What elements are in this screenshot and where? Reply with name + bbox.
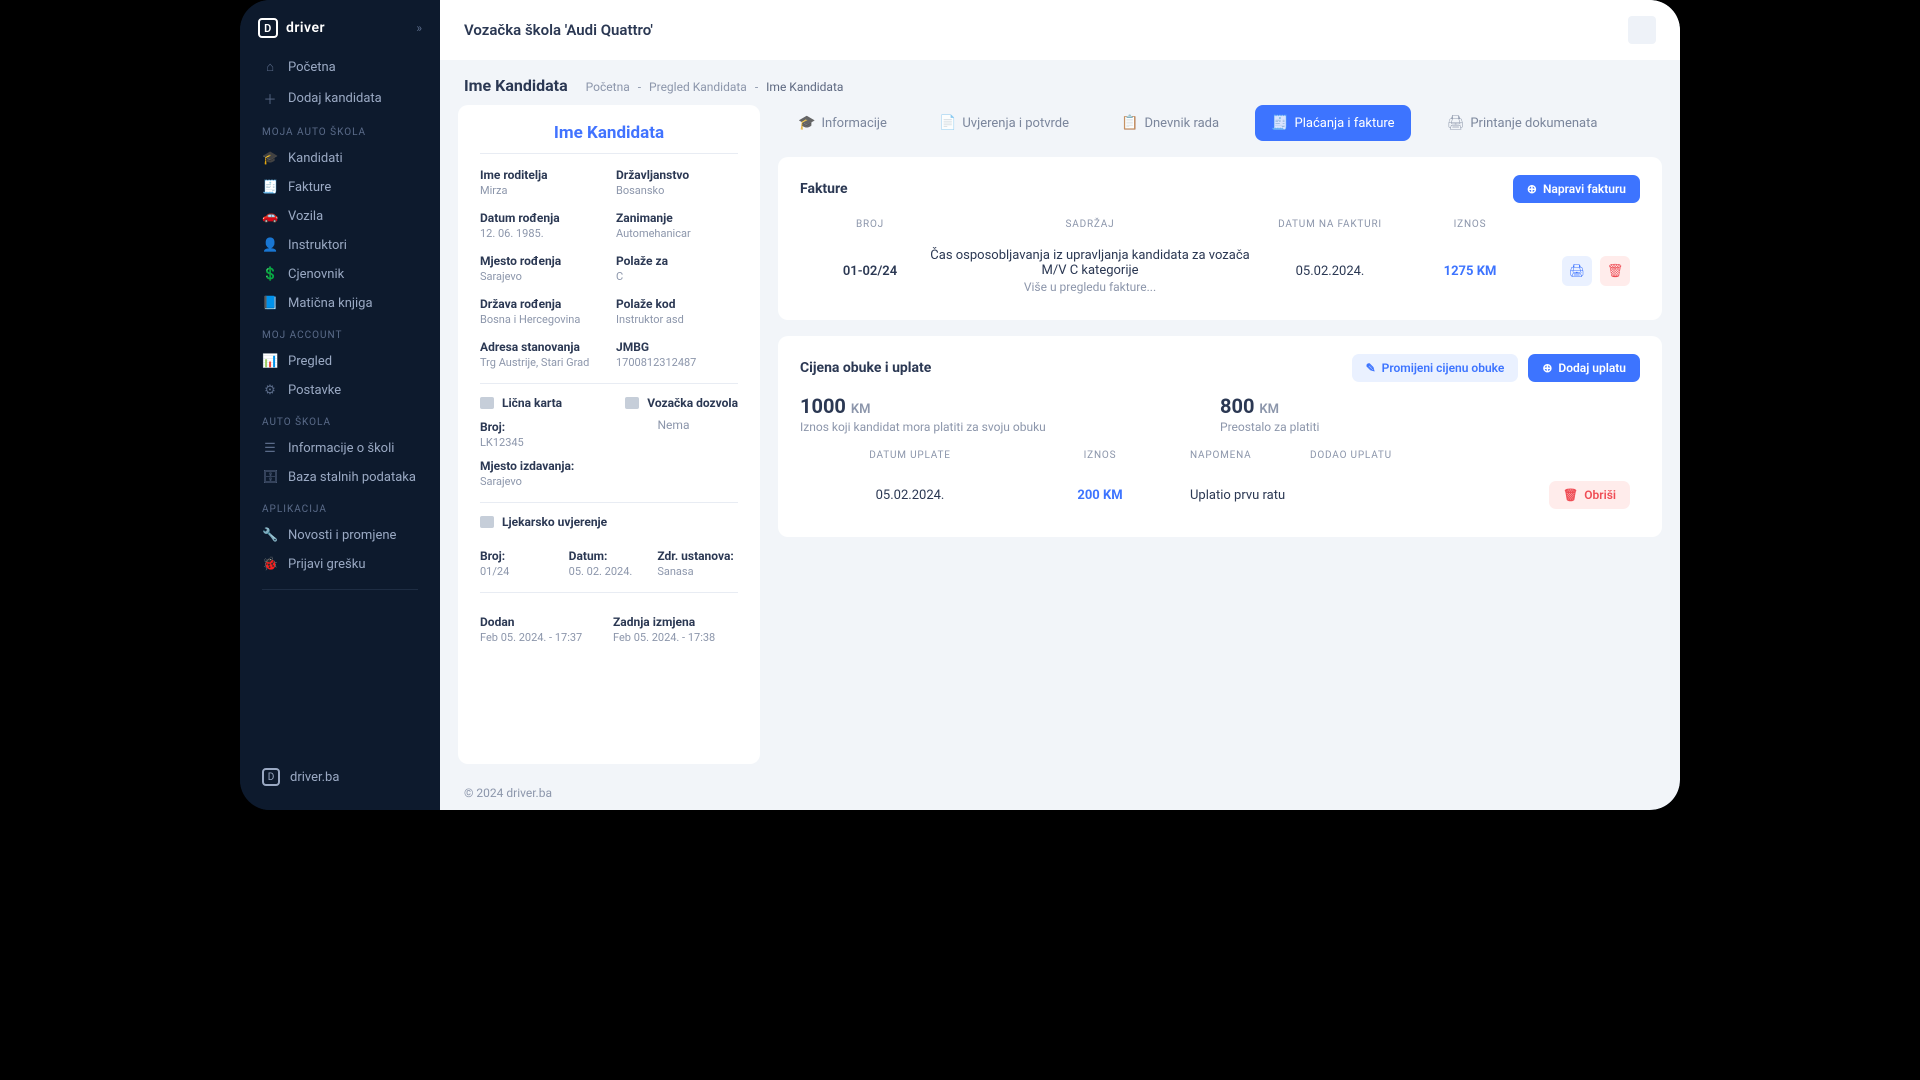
- change-price-button[interactable]: ✎Promijeni cijenu obuke: [1352, 354, 1519, 382]
- tab[interactable]: 🎓Informacije: [782, 105, 903, 141]
- brand-link[interactable]: D driver.ba: [240, 758, 440, 796]
- sidebar-item[interactable]: 🚗Vozila: [240, 202, 440, 231]
- payment-row: 05.02.2024. 200 KM Uplatio prvu ratu 🗑 O…: [800, 471, 1640, 519]
- info-block: Adresa stanovanjaTrg Austrije, Stari Gra…: [480, 340, 602, 369]
- nav-icon: 👤: [262, 238, 278, 253]
- topbar: Vozačka škola 'Audi Quattro': [440, 0, 1680, 60]
- sidebar-item[interactable]: ＋Dodaj kandidata: [240, 82, 440, 115]
- info-block: Država rođenjaBosna i Hercegovina: [480, 297, 602, 326]
- tab-bar: 🎓Informacije 📄Uvjerenja i potvrde 📋Dnevnik…: [778, 105, 1662, 141]
- breadcrumb-home[interactable]: Početna: [586, 80, 630, 94]
- main: Vozačka škola 'Audi Quattro' Ime Kandida…: [440, 0, 1680, 810]
- medical-icon: [480, 516, 494, 528]
- tab-icon: 🧾: [1271, 115, 1288, 131]
- brand-link-icon: D: [262, 768, 280, 786]
- pencil-icon: ✎: [1366, 361, 1376, 375]
- nav-icon: 🎓: [262, 151, 278, 166]
- divider: [262, 589, 418, 590]
- page-title: Ime Kandidata: [464, 76, 568, 95]
- nav-group-label: MOJA AUTO ŠKOLA: [240, 115, 440, 144]
- delete-invoice-button[interactable]: 🗑: [1600, 256, 1630, 286]
- trash-icon: 🗑: [1563, 488, 1578, 502]
- sidebar-item[interactable]: 🐞Prijavi grešku: [240, 550, 440, 579]
- sidebar-item[interactable]: 💲Cjenovnik: [240, 260, 440, 289]
- sidebar-item[interactable]: 🎓Kandidati: [240, 144, 440, 173]
- tab[interactable]: 🧾Plaćanja i fakture: [1255, 105, 1411, 141]
- breadcrumb: Početna - Pregled Kandidata - Ime Kandid…: [586, 80, 844, 94]
- tab[interactable]: 📄Uvjerenja i potvrde: [923, 105, 1085, 141]
- nav-icon: 📊: [262, 354, 278, 369]
- nav-icon: 🐞: [262, 557, 278, 572]
- tab[interactable]: 📋Dnevnik rada: [1105, 105, 1235, 141]
- sidebar-item[interactable]: 👤Instruktori: [240, 231, 440, 260]
- nav-group-label: APLIKACIJA: [240, 492, 440, 521]
- info-block: Polaže kodInstruktor asd: [616, 297, 738, 326]
- sidebar-item[interactable]: ☰Informacije o školi: [240, 434, 440, 463]
- info-block: ZanimanjeAutomehanicar: [616, 211, 738, 240]
- license-icon: [625, 397, 639, 409]
- create-invoice-button[interactable]: ⊕Napravi fakturu: [1513, 175, 1640, 203]
- breadcrumb-current: Ime Kandidata: [766, 80, 843, 94]
- topbar-title: Vozačka škola 'Audi Quattro': [464, 21, 653, 39]
- plus-icon: ⊕: [1527, 182, 1537, 196]
- sidebar-item[interactable]: 📊Pregled: [240, 347, 440, 376]
- collapse-sidebar-button[interactable]: »: [416, 21, 422, 35]
- nav-icon: ☰: [262, 441, 278, 456]
- id-card-icon: [480, 397, 494, 409]
- info-block: Datum rođenja12. 06. 1985.: [480, 211, 602, 240]
- add-payment-button[interactable]: ⊕Dodaj uplatu: [1528, 354, 1640, 382]
- nav-icon: ＋: [262, 89, 278, 108]
- info-block: Mjesto rođenjaSarajevo: [480, 254, 602, 283]
- footer: © 2024 driver.ba: [440, 776, 1680, 810]
- nav-icon: ⌂: [262, 59, 278, 75]
- sidebar: D driver » ⌂Početna＋Dodaj kandidata MOJA…: [240, 0, 440, 810]
- plus-icon: ⊕: [1542, 361, 1552, 375]
- tab-icon: 🖨: [1447, 115, 1465, 131]
- breadcrumb-overview[interactable]: Pregled Kandidata: [649, 80, 747, 94]
- nav-group-label: AUTO ŠKOLA: [240, 405, 440, 434]
- nav-icon: 🔧: [262, 528, 278, 543]
- info-block: Ime roditeljaMirza: [480, 168, 602, 197]
- candidate-card: Ime Kandidata Ime roditeljaMirza Državlja…: [458, 105, 760, 764]
- sidebar-item[interactable]: 🔧Novosti i promjene: [240, 521, 440, 550]
- info-block: JMBG1700812312487: [616, 340, 738, 369]
- avatar[interactable]: [1628, 16, 1656, 44]
- nav-icon: 🚗: [262, 209, 278, 224]
- nav-icon: 🧾: [262, 180, 278, 195]
- tab-icon: 🎓: [798, 115, 815, 131]
- sidebar-item[interactable]: ⚙Postavke: [240, 376, 440, 405]
- training-title: Cijena obuke i uplate: [800, 360, 931, 376]
- tab-icon: 📄: [939, 115, 956, 131]
- print-invoice-button[interactable]: 🖨: [1562, 256, 1592, 286]
- nav-icon: ⚙: [262, 383, 278, 398]
- invoice-row: 01-02/24 Čas osposobljavanja iz upravlja…: [800, 240, 1640, 302]
- nav-icon: 🗄: [262, 470, 278, 485]
- info-block: Polaže zaC: [616, 254, 738, 283]
- sidebar-item[interactable]: ⌂Početna: [240, 52, 440, 82]
- logo[interactable]: D driver: [258, 18, 325, 38]
- nav-icon: 💲: [262, 267, 278, 282]
- delete-payment-button[interactable]: 🗑 Obriši: [1549, 481, 1630, 509]
- sidebar-item[interactable]: 📘Matična knjiga: [240, 289, 440, 318]
- sidebar-item[interactable]: 🗄Baza stalnih podataka: [240, 463, 440, 492]
- info-block: DržavljanstvoBosansko: [616, 168, 738, 197]
- sidebar-item[interactable]: 🧾Fakture: [240, 173, 440, 202]
- nav-group-label: MOJ ACCOUNT: [240, 318, 440, 347]
- logo-mark-icon: D: [258, 18, 278, 38]
- training-card: Cijena obuke i uplate ✎Promijeni cijenu …: [778, 336, 1662, 537]
- tab[interactable]: 🖨Printanje dokumenata: [1431, 105, 1614, 141]
- logo-text: driver: [286, 20, 325, 36]
- invoices-title: Fakture: [800, 181, 848, 197]
- tab-icon: 📋: [1121, 115, 1138, 131]
- candidate-card-title: Ime Kandidata: [480, 123, 738, 154]
- invoices-card: Fakture ⊕Napravi fakturu BROJ SADRŽAJ DA…: [778, 157, 1662, 320]
- nav-icon: 📘: [262, 296, 278, 311]
